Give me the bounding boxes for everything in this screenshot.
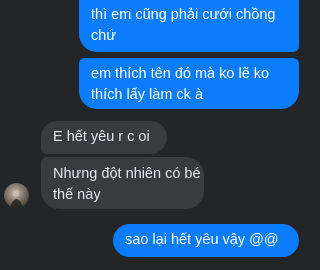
message-line: thế này: [53, 187, 101, 203]
received-message-bubble[interactable]: E hết yêu r c oi: [41, 121, 167, 154]
message-line: sao lại hết yêu vậy @@: [125, 232, 279, 248]
sent-message-bubble[interactable]: sao lại hết yêu vậy @@: [113, 224, 299, 257]
avatar-icon: [10, 190, 23, 208]
message-thread: thì em cũng phải cưới chồng chứ em thích…: [0, 0, 303, 270]
message-line: E hết yêu r c oi: [53, 129, 150, 145]
message-line: chứ: [91, 28, 117, 44]
received-message-bubble[interactable]: Nhưng đột nhiên có bé thế này: [41, 157, 204, 209]
message-line: Nhưng đột nhiên có bé: [53, 166, 201, 182]
message-line: thích lấy làm ck à: [91, 87, 204, 103]
sent-message-bubble[interactable]: thì em cũng phải cưới chồng chứ: [79, 0, 299, 52]
message-line: em thích tên đó mà ko lẽ ko: [91, 66, 270, 82]
sent-message-bubble[interactable]: em thích tên đó mà ko lẽ ko thích lấy là…: [79, 58, 299, 109]
contact-avatar[interactable]: [4, 183, 29, 208]
message-line: thì em cũng phải cưới chồng: [91, 7, 276, 23]
